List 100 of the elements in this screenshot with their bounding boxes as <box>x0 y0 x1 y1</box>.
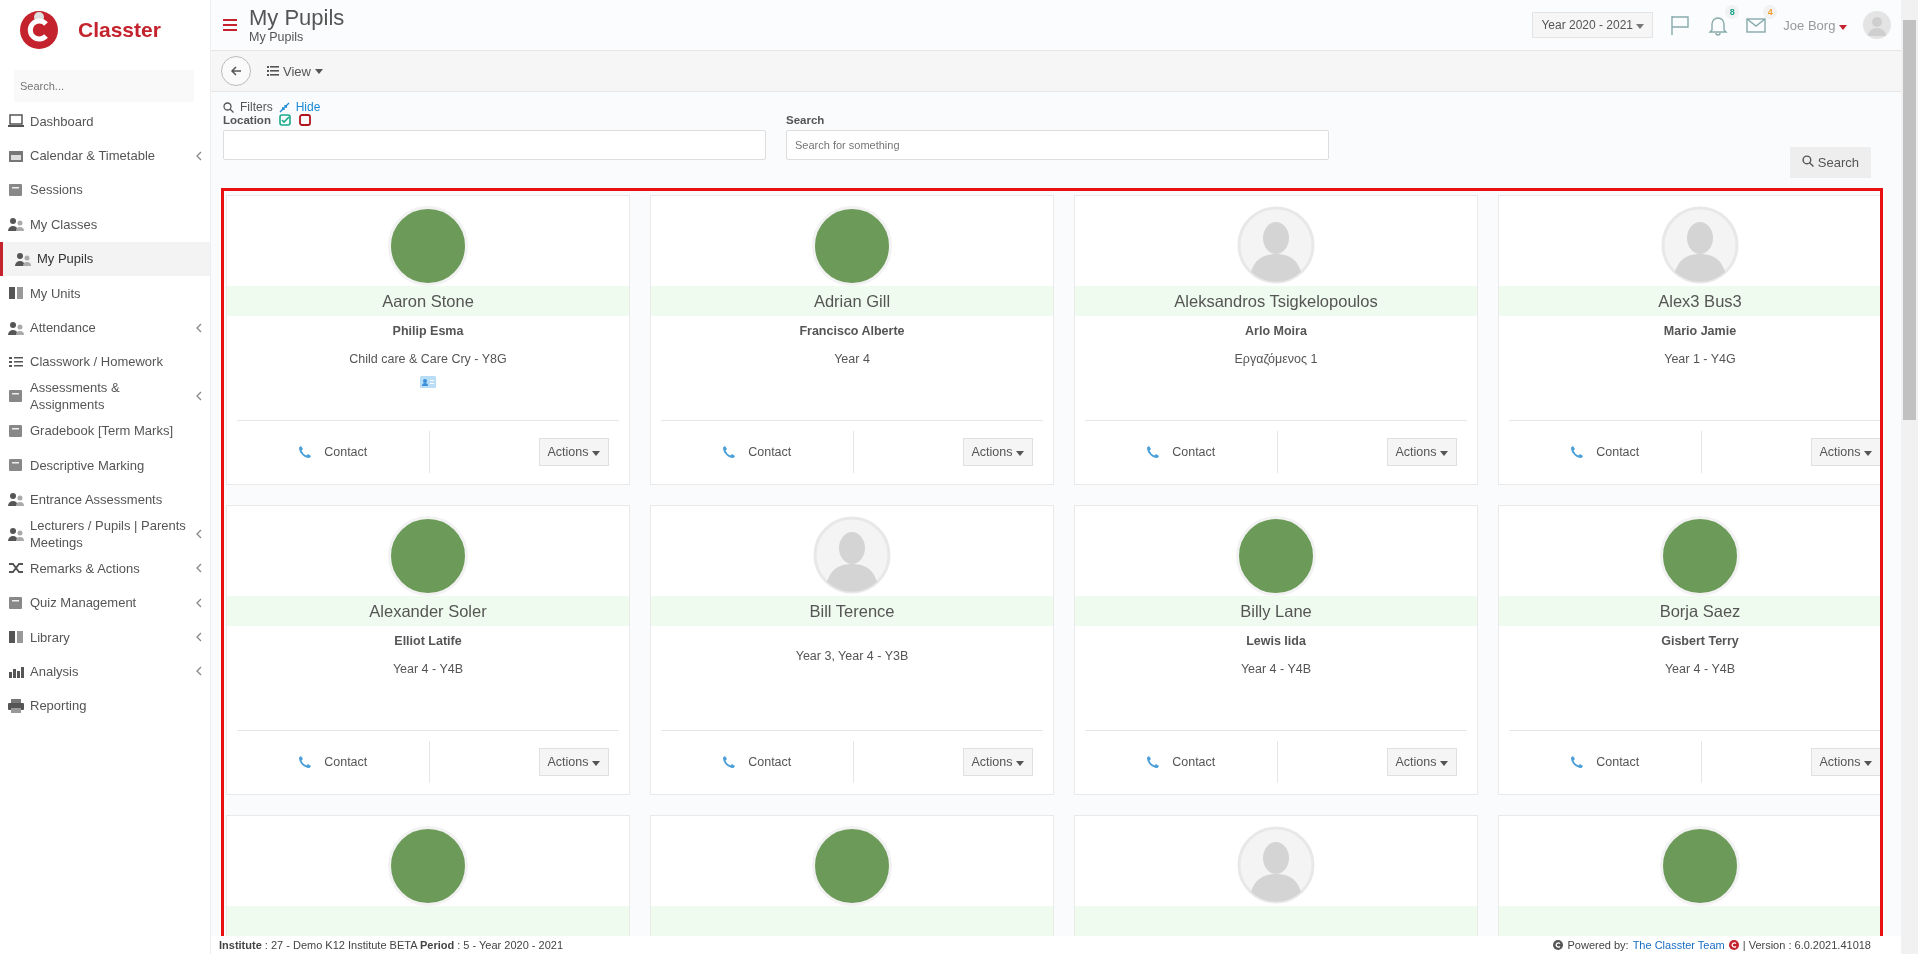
guardian-name: Gisbert Terry <box>1661 634 1739 648</box>
team-link[interactable]: The Classter Team <box>1632 939 1725 951</box>
guardian-name: Elliot Latife <box>394 634 462 648</box>
pupil-name[interactable]: Alex3 Bus3 <box>1658 291 1742 311</box>
class-text: Year 1 - Y4G <box>1664 352 1736 366</box>
menu-item[interactable]: Entrance Assessments <box>0 482 210 517</box>
logo-icon <box>18 9 60 51</box>
menu-item[interactable]: Gradebook [Term Marks] <box>0 413 210 448</box>
phone-icon <box>1570 445 1585 459</box>
logo-icon <box>1728 940 1739 950</box>
people-icon <box>8 492 24 507</box>
actions-dropdown[interactable]: Actions <box>1810 748 1880 776</box>
menu-item[interactable]: Lecturers / Pupils | Parents Meetings <box>0 516 210 552</box>
menu-item[interactable]: My Pupils <box>0 241 210 276</box>
search-field[interactable]: Search... <box>14 70 194 102</box>
hide-link[interactable]: Hide <box>295 100 321 114</box>
menu-item[interactable]: Reporting <box>0 688 210 724</box>
printer-icon <box>8 698 24 713</box>
actions-dropdown[interactable]: Actions <box>962 748 1033 776</box>
caret-icon <box>1636 24 1645 29</box>
caret-icon <box>592 451 600 456</box>
caret-icon <box>1016 761 1024 766</box>
pupil-name[interactable]: Borja Saez <box>1659 601 1741 621</box>
book-icon <box>8 286 24 301</box>
caret-icon <box>1440 451 1448 456</box>
guardian-name: Francisco Alberte <box>799 324 905 338</box>
pupil-name[interactable]: Aaron Stone <box>382 291 474 311</box>
actions-dropdown[interactable]: Actions <box>1386 438 1457 466</box>
books-icon <box>8 630 24 645</box>
menu-item[interactable]: Library <box>0 619 210 655</box>
actions-dropdown[interactable]: Actions <box>962 438 1033 466</box>
menu-item[interactable]: Classwork / Homework <box>0 344 210 380</box>
contact-button[interactable]: Contact <box>661 754 853 770</box>
menu-item[interactable]: Dashboard <box>0 104 210 139</box>
class-text: Year 3, Year 4 - Y3B <box>795 649 909 663</box>
menu-item[interactable]: Remarks & Actions <box>0 551 210 586</box>
caret-icon <box>1440 761 1448 766</box>
list-icon <box>8 354 24 369</box>
pupil-name[interactable]: Bill Terence <box>809 601 895 621</box>
class-text: Year 4 <box>834 352 870 366</box>
menu-item[interactable]: Quiz Management <box>0 585 210 620</box>
caret-icon <box>1016 451 1024 456</box>
pupil-name[interactable]: Billy Lane <box>1240 601 1312 621</box>
search-button[interactable]: Search <box>1790 147 1871 178</box>
menu-item[interactable]: My Classes <box>0 207 210 242</box>
contact-button[interactable]: Contact <box>237 444 429 460</box>
pupil-name[interactable]: Alexander Soler <box>369 601 487 621</box>
contact-button[interactable]: Contact <box>1085 754 1277 770</box>
avatar-icon[interactable] <box>1863 11 1891 39</box>
menu-item[interactable]: Assessments & Assignments <box>0 379 210 414</box>
back-button[interactable] <box>221 56 251 86</box>
phone-icon <box>722 755 737 769</box>
actions-dropdown[interactable]: Actions <box>538 438 609 466</box>
location-field[interactable] <box>223 130 766 160</box>
search-field[interactable]: Search for something <box>786 130 1329 160</box>
pupil-name[interactable]: Adrian Gill <box>813 291 891 311</box>
contact-button[interactable]: Contact <box>237 754 429 770</box>
menu-item[interactable]: Sessions <box>0 172 210 208</box>
people-icon <box>8 526 24 541</box>
filters-label: Filters <box>240 100 273 114</box>
scrollbar[interactable] <box>1901 0 1918 954</box>
shuffle-icon <box>8 561 24 576</box>
caret-icon <box>1864 451 1872 456</box>
actions-dropdown[interactable]: Actions <box>1386 748 1457 776</box>
class-text: Year 4 - Y4B <box>392 662 464 676</box>
caret-icon <box>1864 761 1872 766</box>
year-dropdown[interactable]: Year 2020 - 2021 <box>1532 12 1654 38</box>
actions-dropdown[interactable]: Actions <box>538 748 609 776</box>
contact-button[interactable]: Contact <box>1509 444 1701 460</box>
collapse-arrows-icon[interactable] <box>278 101 290 113</box>
menu-item[interactable]: Attendance <box>0 310 210 345</box>
menu-item[interactable]: Calendar & Timetable <box>0 138 210 173</box>
class-text: Εργαζόμενος 1 <box>1234 352 1318 366</box>
contact-button[interactable]: Contact <box>661 444 853 460</box>
guardian-name: Mario Jamie <box>1663 324 1737 338</box>
institute-info: Institute : 27 - Demo K12 Institute BETA Period : 5 - Year 2020 - 2021 <box>219 939 564 951</box>
breadcrumb[interactable]: My Pupils <box>249 30 345 44</box>
phone-icon <box>1146 445 1161 459</box>
people-icon <box>8 217 24 232</box>
menu-item[interactable]: Analysis <box>0 654 210 689</box>
view-dropdown[interactable]: View <box>261 62 329 80</box>
caret-icon <box>1839 24 1847 30</box>
checkbox-checked-icon[interactable] <box>278 114 291 126</box>
actions-dropdown[interactable]: Actions <box>1810 438 1880 466</box>
page-title: My Pupils <box>249 6 345 30</box>
menu-icon[interactable] <box>223 19 237 31</box>
pupil-name[interactable]: Aleksandros Tsigkelopoulos <box>1174 291 1378 311</box>
menu-item[interactable]: Descriptive Marking <box>0 447 210 483</box>
caret-icon <box>314 68 323 74</box>
flag-icon[interactable] <box>1669 14 1692 36</box>
contact-button[interactable]: Contact <box>1085 444 1277 460</box>
bell-icon[interactable] <box>1707 14 1730 36</box>
id-card-icon[interactable] <box>420 376 436 388</box>
class-text: Year 4 - Y4B <box>1240 662 1312 676</box>
guardian-name: Philip Esma <box>392 324 464 338</box>
checkbox-empty-icon[interactable] <box>298 114 311 126</box>
menu-item[interactable]: My Units <box>0 275 210 311</box>
list-icon <box>267 66 279 76</box>
brand-name: Classter <box>78 18 161 42</box>
contact-button[interactable]: Contact <box>1509 754 1701 770</box>
